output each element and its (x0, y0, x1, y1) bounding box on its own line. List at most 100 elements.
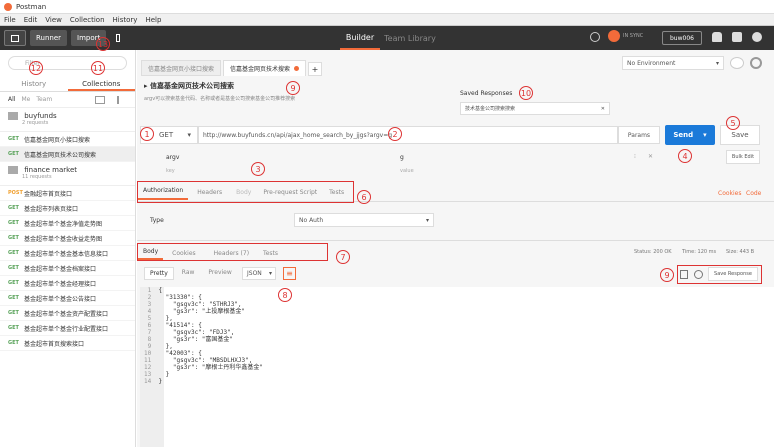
menu-collection[interactable]: Collection (66, 16, 109, 24)
sidebar-toggle-button[interactable] (4, 30, 26, 46)
annotation-9b: 9 (660, 268, 674, 282)
param-value-input[interactable]: g (400, 154, 404, 161)
collection-buyfunds[interactable]: buyfunds 2 requests (0, 108, 135, 132)
code-line: 6 "41514": { (144, 322, 263, 329)
format-select[interactable]: JSON ▾ (242, 267, 276, 280)
tab-team-library[interactable]: Team Library (380, 26, 440, 50)
send-button[interactable]: Send ▾ (665, 125, 715, 145)
new-window-button[interactable] (110, 30, 126, 46)
code-link[interactable]: Code (746, 190, 761, 197)
tab-builder[interactable]: Builder (340, 26, 380, 50)
close-icon[interactable]: ✕ (601, 106, 605, 112)
list-item[interactable]: GET 信嘉基金网页小接口搜索 (0, 132, 135, 147)
url-input[interactable]: http://www.buyfunds.cn/api/ajax_home_sea… (198, 126, 618, 144)
view-preview[interactable]: Preview (202, 267, 237, 280)
list-item[interactable]: GET 信嘉基金网页技术公司搜索 (0, 147, 135, 162)
cookies-link[interactable]: Cookies (718, 190, 742, 197)
remove-param-icon[interactable]: ✕ (648, 153, 653, 160)
folder-icon (8, 166, 18, 174)
menu-edit[interactable]: Edit (20, 16, 42, 24)
new-tab-button[interactable]: + (308, 62, 323, 76)
auth-type-select[interactable]: No Auth ▾ (294, 213, 434, 227)
highlight-response-tabs (137, 243, 328, 261)
annotation-4: 4 (678, 149, 692, 163)
list-item[interactable]: GET 基金超市列表页接口 (0, 201, 135, 216)
menu-help[interactable]: Help (141, 16, 165, 24)
menu-file[interactable]: File (0, 16, 20, 24)
view-pretty[interactable]: Pretty (144, 267, 174, 280)
list-item[interactable]: GET 基金超市单个基金净值走势图 (0, 216, 135, 231)
menu-history[interactable]: History (109, 16, 142, 24)
search-input[interactable]: Filter (8, 56, 127, 70)
code-text: }, (158, 315, 173, 322)
param-key-input[interactable]: argv (166, 154, 179, 161)
code-text: } (158, 378, 163, 385)
filter-all[interactable]: All (8, 96, 15, 103)
list-item[interactable]: GET 基金超市单个基金经理接口 (0, 276, 135, 291)
bulk-edit-button[interactable]: Bulk Edit (726, 150, 760, 164)
tab-collections[interactable]: Collections (67, 76, 135, 91)
filter-team[interactable]: Team (36, 96, 52, 103)
request-tab[interactable]: 信嘉基金网页小接口搜索 (141, 60, 222, 76)
sidebar-tabs: History Collections (0, 76, 135, 92)
list-item[interactable]: GET 基金超市单个基金收益走势图 (0, 231, 135, 246)
line-number: 12 (144, 364, 159, 371)
params-button[interactable]: Params (618, 126, 660, 144)
code-text: }, (158, 343, 173, 350)
response-size: Size: 443 B (726, 249, 755, 255)
collection-name: buyfunds (24, 112, 57, 120)
list-item[interactable]: GET 基金超市首页搜索接口 (0, 336, 135, 351)
line-number: 9 (144, 343, 159, 350)
saved-responses-label: Saved Responses (460, 90, 513, 97)
params-label: Params (627, 131, 651, 139)
request-name: 基金超市列表页接口 (24, 205, 79, 213)
format-value: JSON (247, 270, 262, 277)
wrap-lines-icon[interactable]: ≡ (283, 267, 296, 280)
runner-button[interactable]: Runner (30, 30, 68, 46)
heart-icon[interactable] (752, 32, 762, 42)
request-title[interactable]: ▸ 信嘉基金网页技术公司搜索 (144, 81, 234, 91)
saved-response-item[interactable]: 技术基金公司搜索搜索 ✕ (460, 102, 610, 115)
satellite-icon[interactable] (590, 32, 600, 42)
code-line: 7 "gsgv3c": "FDJ3", (144, 329, 263, 336)
request-name: 基金超市单个基金公告接口 (24, 295, 97, 303)
collection-finance-market[interactable]: finance market 11 requests (0, 162, 135, 186)
list-item[interactable]: GET 基金超市单个基金资产配置接口 (0, 306, 135, 321)
code-text: "42003": { (158, 350, 202, 357)
save-button[interactable]: Save (720, 125, 760, 145)
sort-icon[interactable] (117, 95, 127, 104)
app-title: Postman (16, 2, 47, 11)
list-item[interactable]: GET 基金超市单个基金行业配置接口 (0, 321, 135, 336)
environment-select[interactable]: No Environment ▾ (622, 56, 724, 70)
param-row: argv key g value ⁝ ✕ (160, 150, 660, 180)
list-item[interactable]: POST 金融超市首页接口 (0, 186, 135, 201)
user-dropdown[interactable]: buw006 (662, 31, 702, 45)
notifications-icon[interactable] (712, 32, 722, 42)
new-collection-icon[interactable] (95, 95, 105, 104)
chevron-down-icon: ▾ (715, 59, 719, 67)
menu-view[interactable]: View (41, 16, 66, 24)
eye-icon[interactable] (730, 57, 744, 69)
request-tab-active[interactable]: 信嘉基金网页技术搜索 (223, 60, 307, 76)
filter-me[interactable]: Me (21, 96, 30, 103)
list-item[interactable]: GET 基金超市单个基金基本信息接口 (0, 246, 135, 261)
view-raw[interactable]: Raw (174, 267, 203, 280)
sync-icon (608, 30, 620, 42)
tab-history[interactable]: History (0, 76, 68, 91)
method-badge: GET (8, 250, 19, 256)
request-description: argv可以搜索基金代码、名称或者是基金公司搜索基金公司推荐搜索 (144, 96, 296, 102)
code-line: 8 "gs3r": "富国基金" (144, 336, 263, 343)
list-item[interactable]: GET 基金超市单个基金公告接口 (0, 291, 135, 306)
method-badge: GET (8, 310, 19, 316)
drag-handle-icon[interactable]: ⁝ (634, 153, 636, 160)
code-line: 12 "gs3r": "摩根士丹利华鑫基金" (144, 364, 263, 371)
divider (137, 240, 774, 241)
gear-icon[interactable] (750, 57, 762, 69)
settings-icon[interactable] (732, 32, 742, 42)
annotation-7: 7 (336, 250, 350, 264)
param-value-placeholder: value (400, 168, 414, 174)
response-body-editor[interactable]: 1 { 2 "31330": { 3 "gsgv3c": "STHRJ3", 4… (140, 287, 774, 447)
list-item[interactable]: GET 基金超市单个基金档案接口 (0, 261, 135, 276)
bulk-edit-label: Bulk Edit (731, 154, 755, 160)
type-label: Type (150, 217, 164, 224)
